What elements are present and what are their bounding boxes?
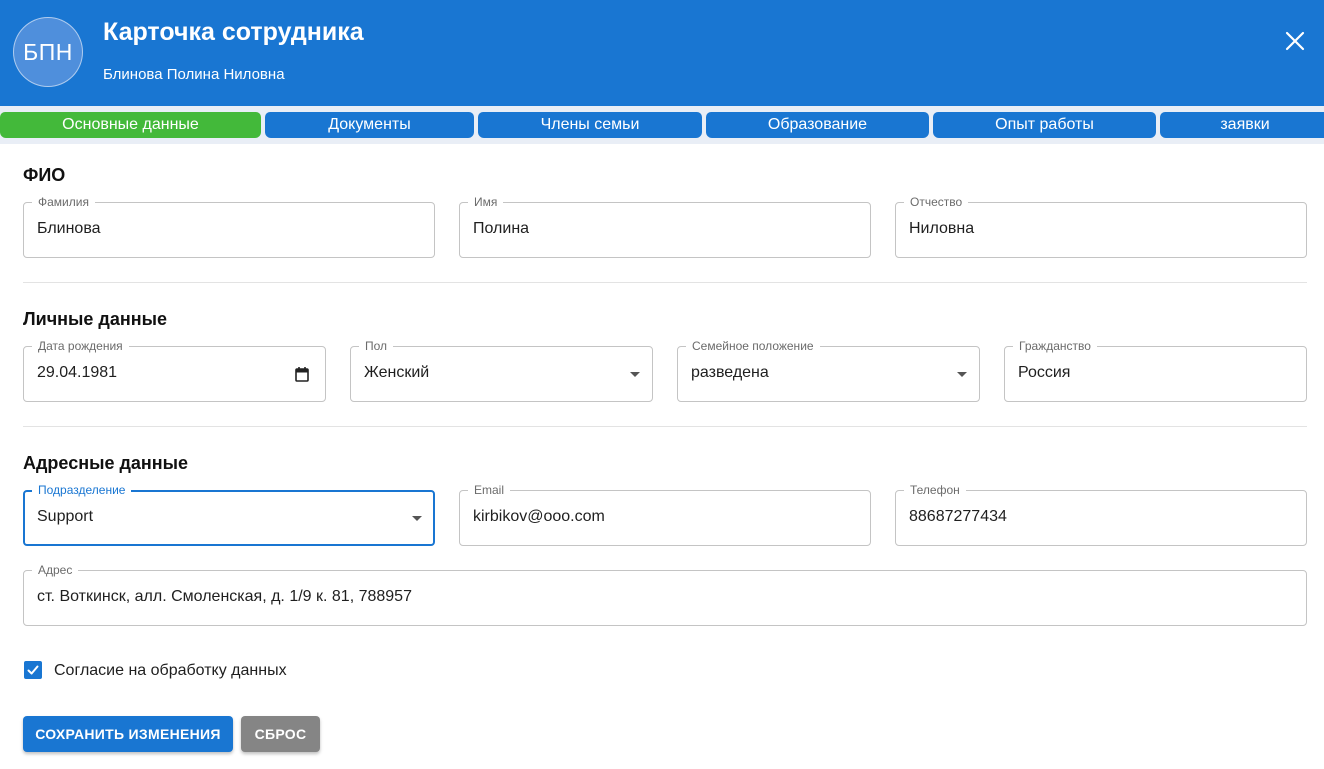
- citizenship-field[interactable]: Гражданство Россия: [1004, 339, 1307, 402]
- address-value: ст. Воткинск, алл. Смоленская, д. 1/9 к.…: [37, 588, 412, 605]
- phone-field[interactable]: Телефон 88687277434: [895, 483, 1307, 546]
- calendar-icon[interactable]: [295, 366, 309, 382]
- tab-requests[interactable]: заявки: [1160, 112, 1324, 138]
- department-value: Support: [37, 508, 94, 525]
- birth-date-field[interactable]: Дата рождения 29.04.1981: [23, 339, 326, 402]
- chevron-down-icon[interactable]: [957, 372, 967, 377]
- reset-button[interactable]: СБРОС: [241, 716, 320, 752]
- email-field[interactable]: Email kirbikov@ooo.com: [459, 483, 871, 546]
- tab-family[interactable]: Члены семьи: [478, 112, 702, 138]
- last-name-value: Блинова: [37, 220, 101, 237]
- consent-label: Согласие на обработку данных: [54, 662, 287, 679]
- first-name-field[interactable]: Имя Полина: [459, 195, 871, 258]
- check-icon: [27, 665, 39, 675]
- tab-documents[interactable]: Документы: [265, 112, 474, 138]
- section-title-personal: Личные данные: [23, 309, 167, 329]
- last-name-label: Фамилия: [32, 195, 95, 209]
- tab-work-experience[interactable]: Опыт работы: [933, 112, 1156, 138]
- email-label: Email: [468, 483, 511, 497]
- gender-select[interactable]: Пол Женский: [350, 339, 653, 402]
- citizenship-label: Гражданство: [1013, 339, 1097, 353]
- chevron-down-icon[interactable]: [412, 516, 422, 521]
- page-title: Карточка сотрудника: [103, 18, 364, 46]
- address-field[interactable]: Адрес ст. Воткинск, алл. Смоленская, д. …: [23, 563, 1307, 626]
- tab-main-data[interactable]: Основные данные: [0, 112, 261, 138]
- department-select[interactable]: Подразделение Support: [23, 483, 435, 546]
- address-label: Адрес: [32, 563, 79, 577]
- email-value: kirbikov@ooo.com: [473, 508, 605, 525]
- phone-label: Телефон: [904, 483, 966, 497]
- close-icon[interactable]: [1282, 28, 1308, 54]
- citizenship-value: Россия: [1018, 364, 1071, 381]
- phone-value: 88687277434: [909, 508, 1007, 525]
- patronymic-field[interactable]: Отчество Ниловна: [895, 195, 1307, 258]
- last-name-field[interactable]: Фамилия Блинова: [23, 195, 435, 258]
- divider: [23, 282, 1307, 283]
- section-title-address: Адресные данные: [23, 453, 189, 473]
- birth-date-value: 29.04.1981: [37, 364, 118, 381]
- employee-name: Блинова Полина Ниловна: [103, 66, 285, 83]
- marital-status-select[interactable]: Семейное положение разведена: [677, 339, 980, 402]
- header-bar: БПН Карточка сотрудника Блинова Полина Н…: [0, 0, 1324, 106]
- gender-value: Женский: [364, 364, 430, 381]
- tab-education[interactable]: Образование: [706, 112, 929, 138]
- department-label: Подразделение: [32, 483, 132, 497]
- marital-status-value: разведена: [691, 364, 769, 381]
- first-name-label: Имя: [468, 195, 504, 209]
- first-name-value: Полина: [473, 220, 530, 237]
- divider: [23, 426, 1307, 427]
- consent-checkbox[interactable]: [24, 661, 42, 679]
- marital-status-label: Семейное положение: [686, 339, 820, 353]
- birth-date-label: Дата рождения: [32, 339, 129, 353]
- patronymic-label: Отчество: [904, 195, 969, 209]
- gender-label: Пол: [359, 339, 394, 353]
- section-title-fio: ФИО: [23, 165, 66, 185]
- avatar: БПН: [13, 17, 83, 87]
- chevron-down-icon[interactable]: [630, 372, 640, 377]
- save-button[interactable]: СОХРАНИТЬ ИЗМЕНЕНИЯ: [23, 716, 233, 752]
- patronymic-value: Ниловна: [909, 220, 975, 237]
